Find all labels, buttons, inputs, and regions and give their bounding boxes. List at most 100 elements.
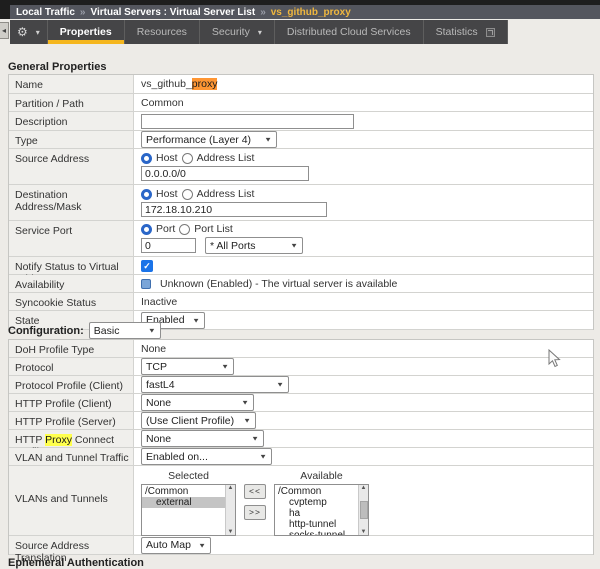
find-highlight-active: proxy [192,78,218,90]
row-vlan-traffic: VLAN and Tunnel Traffic Enabled on...▼ [9,448,593,466]
snat-select[interactable]: Auto Map▼ [141,537,211,554]
http-profile-client-select[interactable]: None▼ [141,394,254,411]
row-snat: Source Address Translation Auto Map▼ [9,536,593,555]
chevron-down-icon: ▼ [290,242,298,249]
gear-menu-button[interactable]: ⚙ ▾ [10,20,48,44]
tab-statistics-label: Statistics [436,26,478,38]
availability-unknown-icon [141,279,151,289]
protocol-label: Protocol [9,358,134,375]
available-item[interactable]: ha [275,508,358,519]
description-label: Description [9,112,134,130]
scrollbar-thumb[interactable] [360,501,368,519]
protocol-profile-client-label: Protocol Profile (Client) [9,376,134,393]
general-properties-title: General Properties [8,61,106,73]
notify-status-checkbox[interactable]: ✓ [141,260,153,272]
row-name: Name vs_github_proxy [9,75,593,94]
popout-icon [486,28,495,37]
tab-bar: ⚙ ▾ Properties Resources Security ▾ Dist… [10,20,508,44]
destination-address-list-radio-label: Address List [197,188,255,200]
row-availability: Availability Unknown (Enabled) - The vir… [9,275,593,293]
chevron-down-icon: ▼ [148,327,156,334]
description-input[interactable] [141,114,354,129]
breadcrumb-separator: » [80,7,86,18]
http-proxy-connect-select[interactable]: None▼ [141,430,264,447]
row-description: Description [9,112,593,131]
destination-address-list-radio[interactable] [182,189,193,200]
name-label: Name [9,75,134,93]
service-port-input[interactable] [141,238,196,253]
breadcrumb: Local Traffic » Virtual Servers : Virtua… [10,5,600,19]
row-partition: Partition / Path Common [9,94,593,112]
scroll-up-icon[interactable]: ▲ [361,485,367,491]
move-to-available-button[interactable]: >> [244,505,266,520]
tab-resources[interactable]: Resources [125,20,200,44]
active-tab-indicator [48,40,124,44]
http-profile-server-select[interactable]: (Use Client Profile)▼ [141,412,256,429]
breadcrumb-separator: » [260,7,266,18]
port-radio-label: Port [156,223,175,235]
protocol-profile-client-select[interactable]: fastL4▼ [141,376,289,393]
available-item[interactable]: http-tunnel [275,519,358,530]
vlan-traffic-select[interactable]: Enabled on...▼ [141,448,272,465]
type-label: Type [9,131,134,148]
row-doh-profile: DoH Profile Type None [9,340,593,358]
port-list-radio[interactable] [179,224,190,235]
all-ports-select[interactable]: * All Ports▼ [205,237,303,254]
destination-host-radio[interactable] [141,189,152,200]
general-properties-table: Name vs_github_proxy Partition / Path Co… [8,74,594,330]
source-address-input[interactable] [141,166,309,181]
source-address-list-radio-label: Address List [197,152,255,164]
available-group: /Common [275,486,358,497]
selected-item-external[interactable]: external [142,497,225,508]
scroll-down-icon[interactable]: ▼ [228,529,234,535]
http-profile-client-label: HTTP Profile (Client) [9,394,134,411]
availability-value: Unknown (Enabled) - The virtual server i… [160,278,397,290]
tab-distributed-cloud-services[interactable]: Distributed Cloud Services [275,20,424,44]
gear-icon: ⚙ [17,25,28,39]
doh-profile-label: DoH Profile Type [9,340,134,357]
destination-address-input[interactable] [141,202,327,217]
available-list-scrollbar[interactable]: ▲▼ [358,485,368,535]
breadcrumb-virtual-server-list[interactable]: Virtual Servers : Virtual Server List [90,7,255,18]
row-type: Type Performance (Layer 4)▼ [9,131,593,149]
syncookie-value: Inactive [141,296,177,308]
row-notify-status: Notify Status to Virtual Address ✓ [9,257,593,275]
protocol-select[interactable]: TCP▼ [141,358,234,375]
chevron-down-icon: ▾ [36,28,40,37]
tab-properties[interactable]: Properties [48,20,125,44]
source-address-label: Source Address [9,149,134,184]
configuration-mode-select[interactable]: Basic▼ [89,322,161,339]
notify-status-label: Notify Status to Virtual Address [9,257,134,274]
breadcrumb-local-traffic[interactable]: Local Traffic [16,7,75,18]
type-select[interactable]: Performance (Layer 4)▼ [141,131,277,148]
syncookie-label: Syncookie Status [9,293,134,310]
tab-security[interactable]: Security ▾ [200,20,275,44]
scroll-up-icon[interactable]: ▲ [228,485,234,491]
available-listbox[interactable]: /Common cvptemp ha http-tunnel socks-tun… [274,484,369,536]
source-host-radio[interactable] [141,153,152,164]
configuration-title: Configuration: [8,325,84,337]
port-radio[interactable] [141,224,152,235]
sidebar-collapse-toggle[interactable]: ◂ [0,22,9,39]
source-address-list-radio[interactable] [182,153,193,164]
chevron-down-icon: ▼ [276,381,284,388]
chevron-down-icon: ▼ [251,435,259,442]
scroll-down-icon[interactable]: ▼ [361,529,367,535]
bigip-virtual-server-page: Local Traffic » Virtual Servers : Virtua… [0,0,600,567]
chevron-down-icon: ▼ [241,399,249,406]
move-to-selected-button[interactable]: << [244,484,266,499]
selected-listbox[interactable]: /Common external ▲▼ [141,484,236,536]
chevron-down-icon: ▼ [259,453,267,460]
row-syncookie: Syncookie Status Inactive [9,293,593,311]
selected-list-scrollbar[interactable]: ▲▼ [225,485,235,535]
destination-host-radio-label: Host [156,188,178,200]
source-host-radio-label: Host [156,152,178,164]
partition-label: Partition / Path [9,94,134,111]
tab-statistics[interactable]: Statistics [424,20,508,44]
vlans-tunnels-label: VLANs and Tunnels [9,466,134,535]
available-item[interactable]: cvptemp [275,497,358,508]
row-service-port: Service Port Port Port List * All Ports▼ [9,221,593,257]
row-protocol: Protocol TCP▼ [9,358,593,376]
partition-value: Common [141,97,184,109]
ephemeral-authentication-title: Ephemeral Authentication [8,557,144,569]
